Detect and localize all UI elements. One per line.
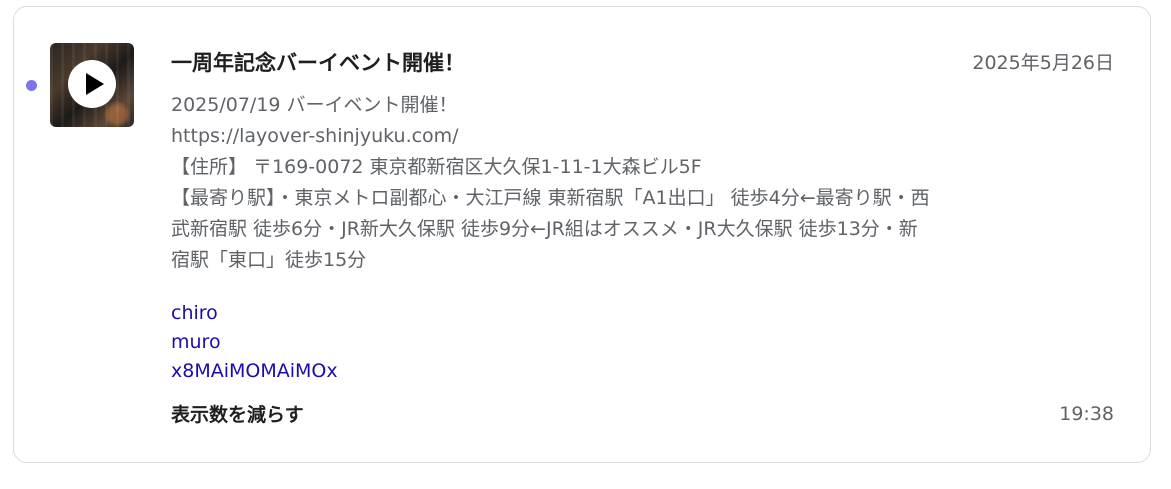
video-thumbnail[interactable] xyxy=(50,43,134,127)
show-less-button[interactable]: 表示数を減らす xyxy=(171,400,304,427)
notification-body: 2025/07/19 バーイベント開催！ https://layover-shi… xyxy=(171,90,936,276)
body-line: 【住所】 〒169-0072 東京都新宿区大久保1-11-1大森ビル5F xyxy=(171,156,702,178)
unread-indicator xyxy=(26,80,37,91)
notification-card[interactable]: 一周年記念バーイベント開催！ 2025年5月26日 2025/07/19 バーイ… xyxy=(13,6,1151,463)
link-x8maimomaimox[interactable]: x8MAiMOMAiMOx xyxy=(171,357,338,386)
notification-title: 一周年記念バーイベント開催！ xyxy=(171,51,465,75)
notification-date: 2025年5月26日 xyxy=(972,52,1114,74)
body-line: 2025/07/19 バーイベント開催！ xyxy=(171,94,458,116)
link-muro[interactable]: muro xyxy=(171,328,338,357)
body-line: https://layover-shinjyuku.com/ xyxy=(171,125,459,147)
link-chiro[interactable]: chiro xyxy=(171,299,338,328)
body-line: 【最寄り駅】・東京メトロ副都心・大江戸線 東新宿駅「A1出口」 徒歩4分←最寄り… xyxy=(171,187,930,271)
play-icon[interactable] xyxy=(68,60,116,108)
mention-links: chiro muro x8MAiMOMAiMOx xyxy=(171,299,338,386)
notification-time: 19:38 xyxy=(1059,403,1114,425)
